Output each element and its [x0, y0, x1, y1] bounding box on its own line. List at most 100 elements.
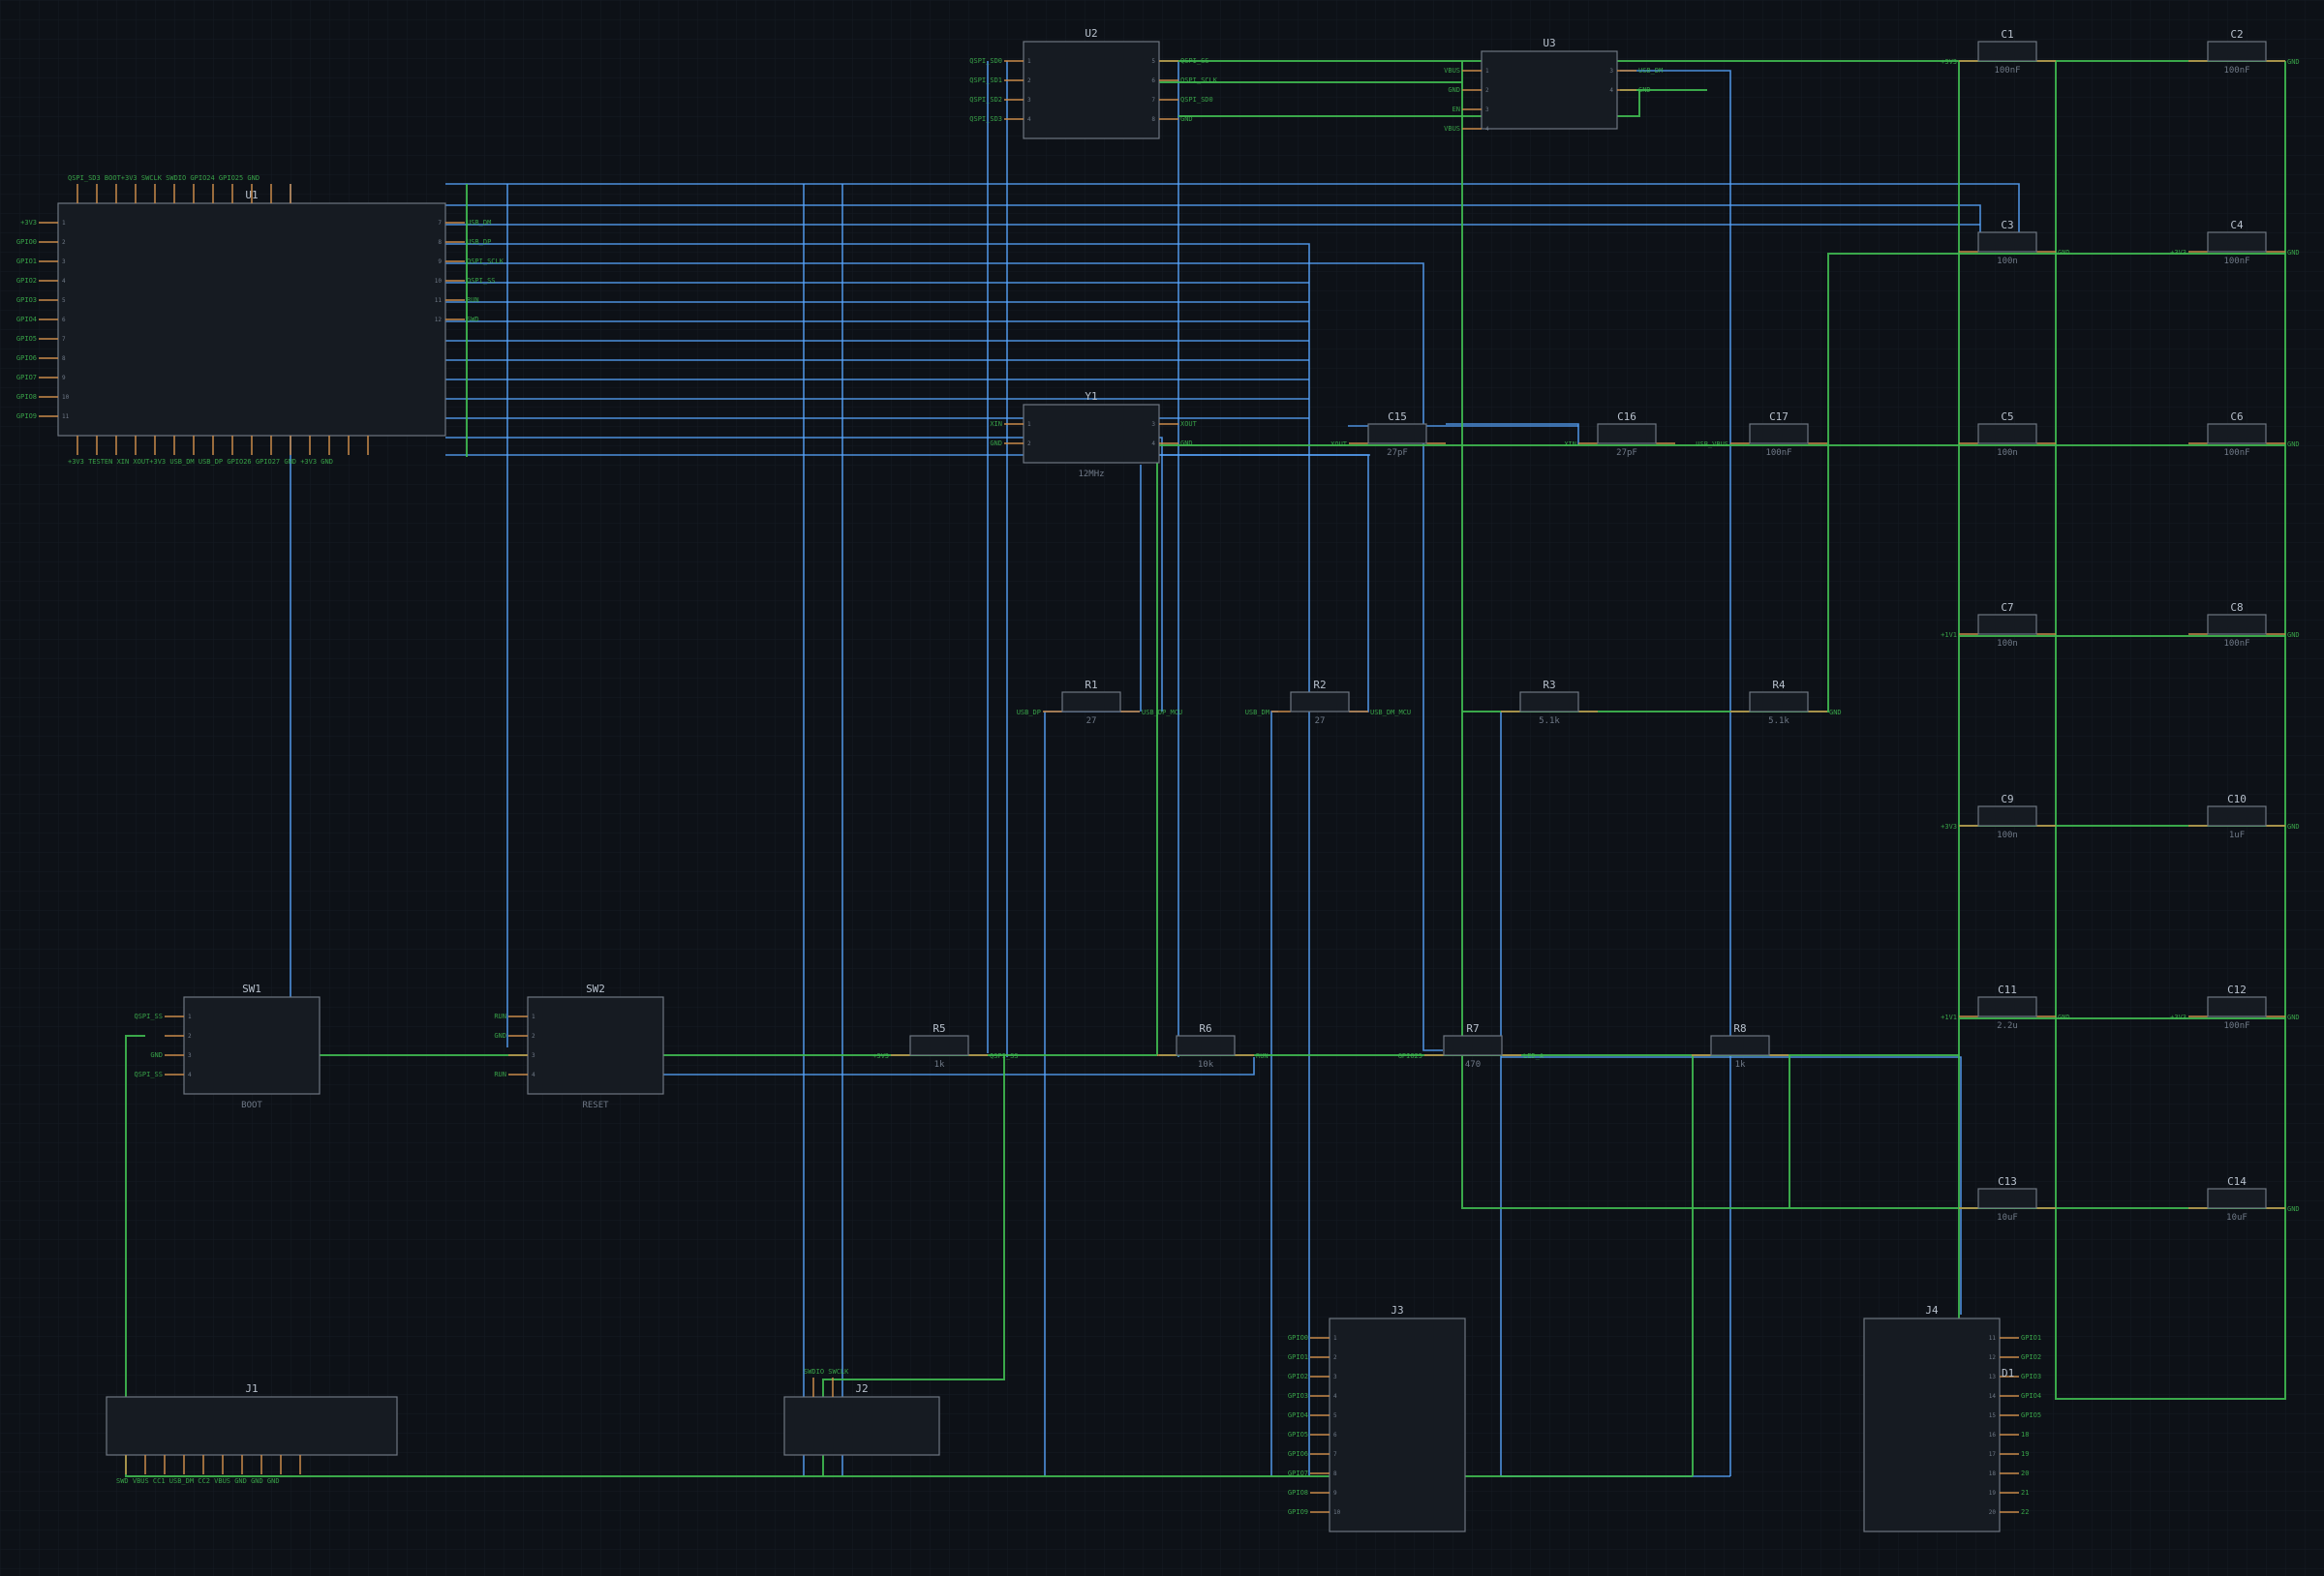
pin-number: 1 — [1027, 421, 1031, 428]
reference-designator: C15 — [1388, 410, 1407, 423]
component-body — [1977, 41, 2037, 62]
pin-number: 2 — [532, 1033, 535, 1040]
pin-number: 20 — [1989, 1509, 1997, 1516]
component-body — [1977, 614, 2037, 635]
component-value: 100nF — [1765, 448, 1791, 458]
pin-label: GPIO2 — [2021, 1353, 2041, 1361]
component-body — [106, 1396, 398, 1456]
component-body — [57, 202, 446, 437]
pin-number: 2 — [62, 239, 66, 246]
pin-number: 10 — [1333, 1509, 1341, 1516]
net-label: +3V3 — [1941, 823, 1957, 831]
reference-designator: U3 — [1543, 37, 1555, 49]
pin-label: GPIO2 — [16, 277, 37, 285]
component-body — [1977, 423, 2037, 444]
pin-label: QSPI_SS — [467, 277, 496, 285]
reference-designator: C1 — [2001, 28, 2013, 41]
component-body — [2207, 805, 2267, 827]
pin-label: GPIO7 — [1288, 1470, 1308, 1477]
schematic-canvas[interactable]: U1+3V3 1GPIO0 2GPIO1 3GPIO2 4GPIO3 5GPIO4 6GPI… — [0, 0, 2324, 1576]
component-value: 100n — [1997, 831, 2018, 840]
net-label: GND — [2058, 1014, 2070, 1021]
pin-number: 1 — [532, 1014, 535, 1020]
net-label: GND — [2287, 631, 2300, 639]
reference-designator: C12 — [2227, 984, 2247, 996]
pin-number: 14 — [1989, 1393, 1997, 1400]
reference-designator: J4 — [1925, 1304, 1939, 1317]
pin-number: 2 — [1027, 77, 1031, 84]
component-value: 100nF — [2223, 66, 2249, 76]
pin-number: 6 — [1151, 77, 1155, 84]
pin-number: 12 — [1989, 1354, 1997, 1361]
pin-number: 1 — [1333, 1335, 1337, 1342]
pin-label: GPIO1 — [16, 258, 37, 265]
pin-number: 4 — [62, 278, 66, 285]
pin-number: 17 — [1989, 1451, 1997, 1458]
net-label: GND — [1829, 709, 1842, 716]
component-u1[interactable]: U1+3V3 1GPIO0 2GPIO1 3GPIO2 4GPIO3 5GPIO4 6GPI… — [16, 174, 505, 466]
component-body — [1367, 423, 1427, 444]
pin-number: 3 — [1485, 106, 1489, 113]
pin-number: 8 — [62, 355, 66, 362]
component-value: 10k — [1198, 1060, 1214, 1070]
net-label: USB_DM_MCU — [1370, 709, 1411, 716]
pin-number: 8 — [438, 239, 442, 246]
net-label: USB_DP — [1017, 709, 1041, 716]
component-body — [1749, 691, 1809, 712]
component-value: 5.1k — [1539, 716, 1560, 726]
pin-number: 4 — [532, 1072, 535, 1078]
reference-designator: C11 — [1998, 984, 2017, 996]
pin-label: QSPI_SD0 — [969, 57, 1002, 65]
pin-label: USB_DM — [1638, 67, 1663, 75]
pin-label: QSPI_SS — [134, 1071, 163, 1078]
component-body — [1329, 1318, 1466, 1532]
pin-label: GPIO6 — [1288, 1450, 1308, 1458]
component-body — [1977, 1188, 2037, 1209]
pin-number: 1 — [62, 220, 66, 227]
net-label: GND — [2287, 58, 2300, 66]
pin-label: 18 — [2021, 1431, 2029, 1439]
pin-label: GND — [1638, 86, 1651, 94]
reference-designator: R8 — [1733, 1022, 1746, 1035]
net-label: XIN — [1564, 440, 1576, 448]
net-label: GND — [2287, 440, 2300, 448]
pin-label: QSPI_SD3 — [969, 115, 1002, 123]
reference-designator: C8 — [2230, 601, 2243, 614]
component-value: 100nF — [2223, 1021, 2249, 1031]
component-body — [1023, 404, 1160, 464]
component-body — [1977, 805, 2037, 827]
pin-number: 9 — [438, 258, 442, 265]
pin-label: GND — [1180, 115, 1193, 123]
net-label: +1V1 — [1941, 1014, 1957, 1021]
pin-number: 18 — [1989, 1470, 1997, 1477]
component-value: 100n — [1997, 639, 2018, 649]
pin-label: GND — [1448, 86, 1460, 94]
component-value: 10uF — [2226, 1213, 2248, 1223]
pin-label: GPIO8 — [1288, 1489, 1308, 1497]
pin-label: RUN — [467, 296, 479, 304]
pin-number: 1 — [188, 1014, 192, 1020]
component-body — [1597, 423, 1657, 444]
net-label: USB_DM — [1245, 709, 1269, 716]
pin-number: 13 — [1989, 1374, 1997, 1380]
reference-designator: U2 — [1085, 27, 1097, 40]
pin-number: 5 — [1333, 1412, 1337, 1419]
reference-designator: J3 — [1391, 1304, 1403, 1317]
component-body — [1176, 1035, 1236, 1056]
pin-label: 19 — [2021, 1450, 2029, 1458]
reference-designator: C3 — [2001, 219, 2013, 231]
reference-designator: R7 — [1466, 1022, 1479, 1035]
component-d1[interactable]: D1 — [2002, 1367, 2014, 1379]
pin-label: QSPI_SD0 — [1180, 96, 1213, 104]
net-label: +3V3 — [2170, 1014, 2186, 1021]
pin-label: GPIO2 — [1288, 1373, 1308, 1380]
pin-number: 3 — [1333, 1374, 1337, 1380]
pin-number: 3 — [188, 1052, 192, 1059]
pin-number: 7 — [1333, 1451, 1337, 1458]
net-label: +1V1 — [1941, 631, 1957, 639]
pin-number: 2 — [1333, 1354, 1337, 1361]
pin-label: GPIO0 — [16, 238, 37, 246]
pin-number: 12 — [435, 317, 443, 323]
net-label: LED_A — [1523, 1052, 1544, 1060]
pin-number: 9 — [1333, 1490, 1337, 1497]
